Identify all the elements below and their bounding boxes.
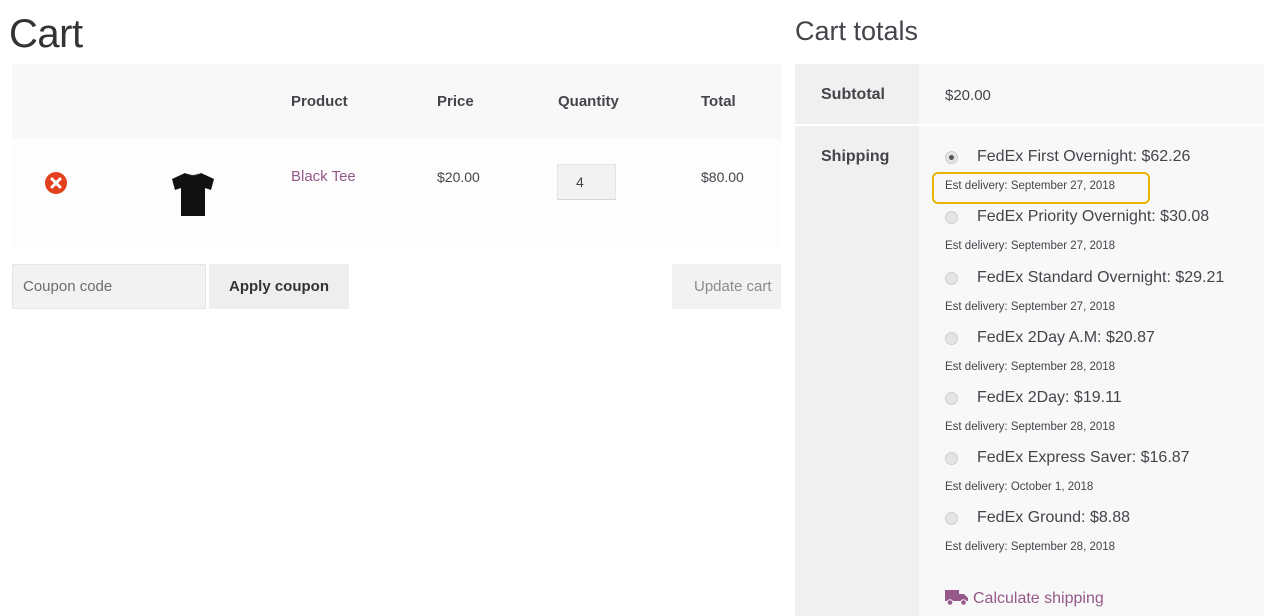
quantity-input[interactable] [557,164,616,200]
shipping-option-fedex-2day[interactable]: FedEx 2Day: $19.11 [945,389,1255,411]
totals-label-column [795,64,919,616]
tshirt-icon[interactable] [164,165,222,223]
shipping-label: Shipping [821,148,890,165]
page-title: Cart [9,12,83,56]
shipping-option-fedex-standard-overnight[interactable]: FedEx Standard Overnight: $29.21 [945,269,1255,291]
update-cart-button[interactable]: Update cart [672,264,781,309]
radio-button[interactable] [945,332,958,345]
calculate-shipping-label[interactable]: Calculate shipping [973,590,1104,607]
shipping-option-label[interactable]: FedEx Ground: $8.88 [977,509,1130,527]
shipping-option-label[interactable]: FedEx Priority Overnight: $30.08 [977,208,1209,226]
shipping-option-label[interactable]: FedEx Standard Overnight: $29.21 [977,269,1224,287]
radio-button[interactable] [945,392,958,405]
shipping-option-label[interactable]: FedEx 2Day: $19.11 [977,389,1122,407]
radio-button[interactable] [945,512,958,525]
header-quantity: Quantity [558,93,619,110]
subtotal-label: Subtotal [821,86,885,103]
radio-button[interactable] [945,211,958,224]
item-total: $80.00 [701,169,744,185]
estimated-delivery: Est delivery: September 27, 2018 [945,240,1116,252]
shipping-option-fedex-express-saver[interactable]: FedEx Express Saver: $16.87 [945,449,1255,471]
remove-icon[interactable] [45,172,67,194]
shipping-option-fedex-ground[interactable]: FedEx Ground: $8.88 [945,509,1255,531]
header-product: Product [291,93,348,110]
highlight-annotation [932,172,1150,204]
item-price: $20.00 [437,169,480,185]
calculate-shipping-link[interactable]: Calculate shipping [945,588,1104,611]
subtotal-value: $20.00 [945,87,991,104]
estimated-delivery: Est delivery: October 1, 2018 [945,481,1094,493]
cart-table-header: Product Price Quantity Total [12,64,781,139]
row-divider [795,124,1264,126]
table-row: Black Tee $20.00 $80.00 [12,139,781,248]
radio-button[interactable] [945,272,958,285]
shipping-option-fedex-2day-am[interactable]: FedEx 2Day A.M: $20.87 [945,329,1255,351]
product-name-link[interactable]: Black Tee [291,168,356,185]
page: Cart Product Price Quantity Total Black … [0,0,1268,616]
estimated-delivery: Est delivery: September 27, 2018 [945,301,1116,313]
estimated-delivery: Est delivery: September 28, 2018 [945,421,1116,433]
radio-button[interactable] [945,151,958,164]
cart-table: Product Price Quantity Total Black Tee $… [12,64,781,248]
cart-totals-title: Cart totals [795,16,919,46]
estimated-delivery: Est delivery: September 28, 2018 [945,541,1116,553]
shipping-option-fedex-first-overnight[interactable]: FedEx First Overnight: $62.26 [945,148,1255,170]
radio-button[interactable] [945,452,958,465]
header-price: Price [437,93,474,110]
shipping-option-label[interactable]: FedEx First Overnight: $62.26 [977,148,1190,166]
cart-totals-table: Subtotal $20.00 Shipping FedEx First Ove… [795,64,1264,616]
estimated-delivery: Est delivery: September 28, 2018 [945,361,1116,373]
shipping-option-fedex-priority-overnight[interactable]: FedEx Priority Overnight: $30.08 [945,208,1255,230]
coupon-code-input[interactable] [12,264,206,309]
shipping-option-label[interactable]: FedEx Express Saver: $16.87 [977,449,1190,467]
truck-icon [945,588,969,611]
shipping-option-label[interactable]: FedEx 2Day A.M: $20.87 [977,329,1155,347]
header-total: Total [701,93,736,110]
apply-coupon-button[interactable]: Apply coupon [209,264,349,309]
